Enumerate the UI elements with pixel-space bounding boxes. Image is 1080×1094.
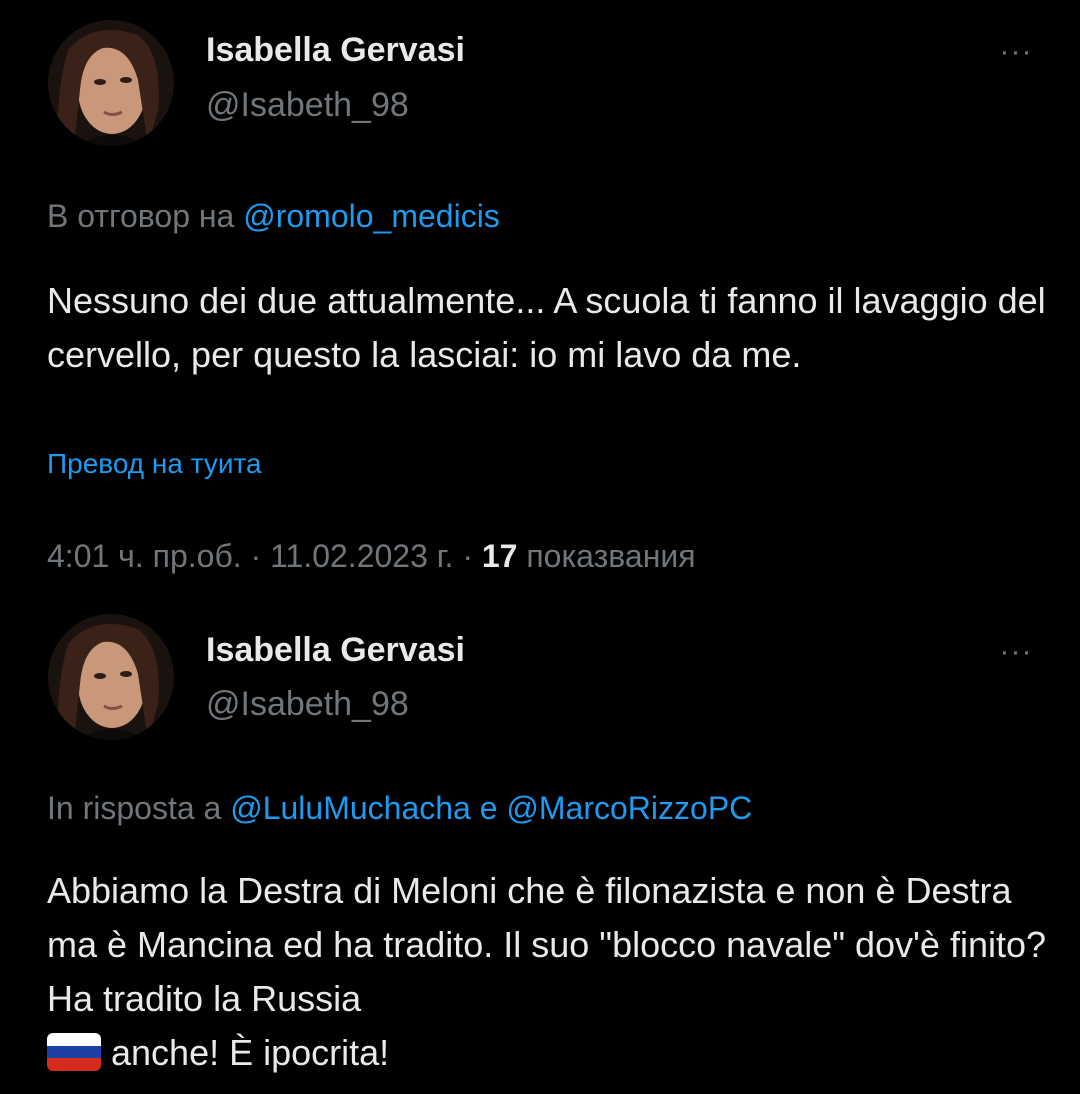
author-name[interactable]: Isabella Gervasi — [206, 30, 465, 70]
mention-link[interactable]: @romolo_medicis — [243, 198, 500, 234]
mention-link[interactable]: @MarcoRizzoPC — [506, 790, 752, 826]
author-name[interactable]: Isabella Gervasi — [206, 630, 465, 670]
mention-link[interactable]: @LuluMuchacha — [230, 790, 471, 826]
more-options-icon[interactable]: ··· — [996, 637, 1036, 667]
avatar[interactable] — [48, 614, 174, 740]
avatar-image — [48, 20, 174, 146]
avatar[interactable] — [48, 20, 174, 146]
reply-context: In risposta a @LuluMuchacha e @MarcoRizz… — [47, 788, 752, 828]
author-handle[interactable]: @Isabeth_98 — [206, 85, 409, 125]
tweet[interactable]: Isabella Gervasi @Isabeth_98 ··· In risp… — [0, 606, 1080, 1094]
russia-flag-icon — [47, 1033, 101, 1071]
tweet-meta: 4:01 ч. пр.об. · 11.02.2023 г. · 17 пока… — [47, 536, 696, 576]
reply-context: В отговор на @romolo_medicis — [47, 196, 500, 236]
separator: · — [453, 538, 482, 574]
separator: · — [241, 538, 271, 574]
translate-tweet-link[interactable]: Превод на туита — [47, 446, 262, 482]
tweet-text-end: anche! È ipocrita! — [111, 1032, 390, 1073]
author-handle[interactable]: @Isabeth_98 — [206, 684, 409, 724]
views-label: показвания — [526, 538, 696, 574]
reply-prefix: В отговор на — [47, 198, 244, 234]
reply-conjunction: e — [470, 790, 507, 826]
tweet[interactable]: Isabella Gervasi @Isabeth_98 ··· В отгов… — [0, 0, 1080, 600]
tweet-text: Abbiamo la Destra di Meloni che è filona… — [47, 864, 1047, 1080]
more-options-icon[interactable]: ··· — [996, 37, 1036, 67]
tweet-date[interactable]: 11.02.2023 г. — [270, 538, 453, 574]
tweet-time[interactable]: 4:01 ч. пр.об. — [47, 538, 242, 574]
reply-prefix: In risposta a — [47, 790, 231, 826]
views-count: 17 — [481, 538, 518, 574]
tweet-text: Nessuno dei due attualmente... A scuola … — [47, 280, 1046, 375]
tweet-text-main: Abbiamo la Destra di Meloni che è filona… — [47, 870, 1047, 1019]
avatar-image — [48, 614, 174, 740]
